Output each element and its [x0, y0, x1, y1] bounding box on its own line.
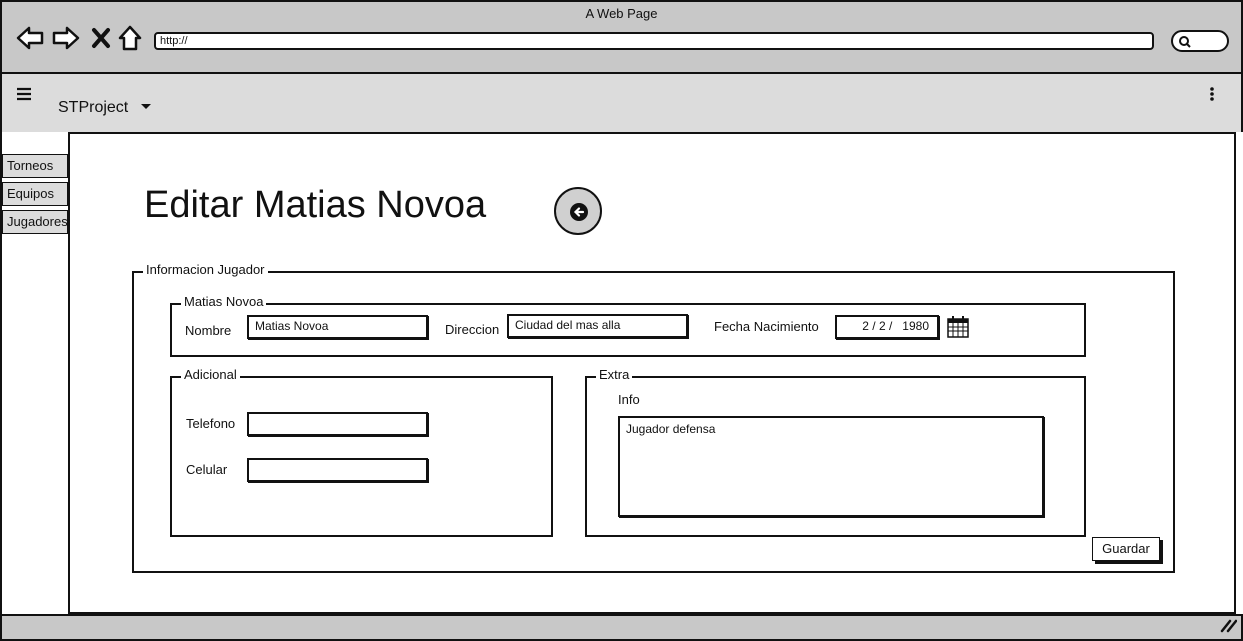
calendar-icon[interactable]: [946, 315, 970, 344]
fecha-label: Fecha Nacimiento: [714, 319, 819, 334]
extra-legend: Extra: [596, 367, 633, 382]
nombre-label: Nombre: [185, 323, 232, 338]
status-bar: [0, 614, 1243, 641]
info-textarea[interactable]: Jugador defensa: [618, 416, 1044, 517]
search-icon: [1178, 35, 1192, 54]
guardar-button[interactable]: Guardar: [1092, 537, 1160, 561]
browser-search-box[interactable]: [1171, 30, 1229, 52]
celular-input[interactable]: [247, 458, 428, 482]
kebab-icon[interactable]: [1209, 86, 1215, 107]
sidebar-item-torneos[interactable]: Torneos: [2, 154, 68, 178]
home-icon[interactable]: [117, 24, 145, 52]
resize-grip-icon[interactable]: [1219, 617, 1238, 638]
fecha-input[interactable]: 2 / 2 / 1980: [835, 315, 939, 339]
window-title: A Web Page: [585, 6, 658, 21]
player-info-legend: Informacion Jugador: [143, 262, 268, 277]
back-arrow-icon[interactable]: [16, 24, 44, 52]
arrow-left-circle-icon: [570, 203, 588, 221]
forward-arrow-icon[interactable]: [52, 24, 80, 52]
info-label: Info: [618, 392, 640, 407]
hamburger-icon[interactable]: [16, 86, 32, 104]
page-title: Editar Matias Novoa: [144, 184, 487, 226]
stop-icon[interactable]: [90, 24, 118, 52]
adicional-fieldset: [170, 376, 553, 537]
adicional-legend: Adicional: [181, 367, 240, 382]
project-selector[interactable]: STProject: [58, 99, 128, 117]
player-legend: Matias Novoa: [181, 294, 267, 309]
telefono-label: Telefono: [186, 416, 236, 431]
telefono-input[interactable]: [247, 412, 428, 436]
direccion-label: Direccion: [445, 322, 500, 337]
celular-label: Celular: [186, 462, 228, 477]
sidebar-item-jugadores[interactable]: Jugadores: [2, 210, 68, 234]
app-bar: [0, 74, 1243, 132]
direccion-input[interactable]: Ciudad del mas alla: [507, 314, 688, 338]
back-button[interactable]: [554, 187, 602, 235]
url-bar[interactable]: http://: [154, 32, 1154, 50]
caret-down-icon[interactable]: [140, 100, 152, 115]
nombre-input[interactable]: Matias Novoa: [247, 315, 428, 339]
sidebar-item-equipos[interactable]: Equipos: [2, 182, 68, 206]
